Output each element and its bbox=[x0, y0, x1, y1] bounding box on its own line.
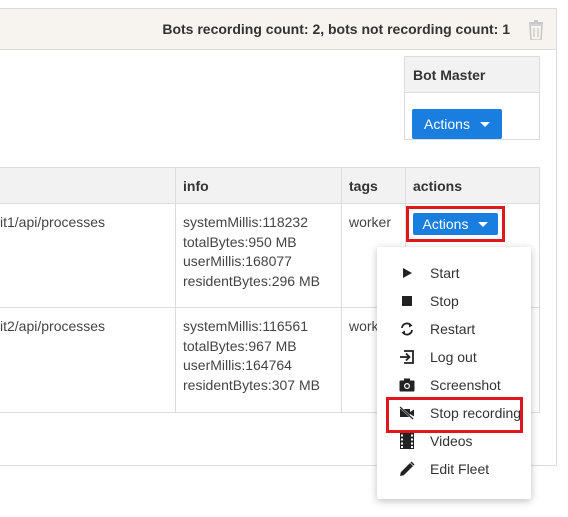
process-url[interactable]: it2/api/processes bbox=[0, 317, 105, 337]
column-header-info: info bbox=[183, 178, 209, 194]
menu-item-label: Videos bbox=[430, 433, 473, 449]
menu-item-stop[interactable]: Stop bbox=[377, 287, 531, 315]
stop-icon bbox=[399, 293, 415, 309]
menu-item-edit-fleet[interactable]: Edit Fleet bbox=[377, 455, 531, 483]
panel-header: Bots recording count: 2, bots not record… bbox=[0, 9, 556, 50]
pencil-icon bbox=[399, 461, 415, 477]
table-header: info tags actions bbox=[0, 168, 539, 204]
column-divider bbox=[341, 168, 342, 412]
restart-icon bbox=[399, 321, 415, 337]
actions-dropdown-menu: Start Stop Restart Log out Screenshot St… bbox=[377, 247, 531, 499]
logout-icon bbox=[399, 349, 415, 365]
info-line: userMillis:164764 bbox=[183, 357, 292, 373]
info-line: residentBytes:307 MB bbox=[183, 376, 320, 393]
column-divider bbox=[175, 168, 176, 412]
info-line: systemMillis:118232 bbox=[183, 214, 309, 230]
play-icon bbox=[399, 265, 415, 281]
camera-icon bbox=[399, 377, 415, 393]
caret-down-icon bbox=[479, 121, 490, 127]
menu-item-label: Screenshot bbox=[430, 377, 501, 393]
highlight-frame bbox=[386, 397, 523, 433]
column-header-actions: actions bbox=[413, 178, 463, 194]
trash-icon[interactable] bbox=[528, 20, 544, 40]
info-cell: systemMillis:116561 totalBytes:967 MB us… bbox=[183, 317, 320, 395]
process-url[interactable]: it1/api/processes bbox=[0, 213, 105, 233]
highlight-frame: Actions bbox=[406, 206, 505, 242]
menu-item-start[interactable]: Start bbox=[377, 259, 531, 287]
info-line: systemMillis:116561 bbox=[183, 318, 309, 334]
menu-item-label: Restart bbox=[430, 321, 476, 337]
info-line: totalBytes:950 MB bbox=[183, 233, 297, 250]
menu-item-label: Log out bbox=[430, 349, 477, 365]
bot-master-box: Bot Master Actions bbox=[404, 56, 540, 140]
caret-down-icon bbox=[478, 221, 489, 227]
menu-item-log-out[interactable]: Log out bbox=[377, 343, 531, 371]
row-actions-label: Actions bbox=[422, 216, 469, 232]
row-actions-button[interactable]: Actions bbox=[413, 213, 498, 235]
bot-master-actions-label: Actions bbox=[424, 116, 470, 132]
recording-status-text: Bots recording count: 2, bots not record… bbox=[162, 21, 510, 37]
tags-cell: worker bbox=[349, 214, 392, 230]
menu-item-screenshot[interactable]: Screenshot bbox=[377, 371, 531, 399]
bot-master-actions-button[interactable]: Actions bbox=[412, 109, 502, 139]
column-header-tags: tags bbox=[349, 178, 378, 194]
film-icon bbox=[399, 433, 415, 449]
bot-master-title: Bot Master bbox=[405, 57, 539, 93]
info-cell: systemMillis:118232 totalBytes:950 MB us… bbox=[183, 213, 320, 291]
info-line: residentBytes:296 MB bbox=[183, 272, 320, 289]
menu-item-label: Stop bbox=[430, 293, 459, 309]
menu-item-label: Edit Fleet bbox=[430, 461, 490, 477]
menu-item-restart[interactable]: Restart bbox=[377, 315, 531, 343]
menu-item-label: Start bbox=[430, 265, 460, 281]
info-line: userMillis:168077 bbox=[183, 253, 292, 269]
info-line: totalBytes:967 MB bbox=[183, 337, 297, 354]
